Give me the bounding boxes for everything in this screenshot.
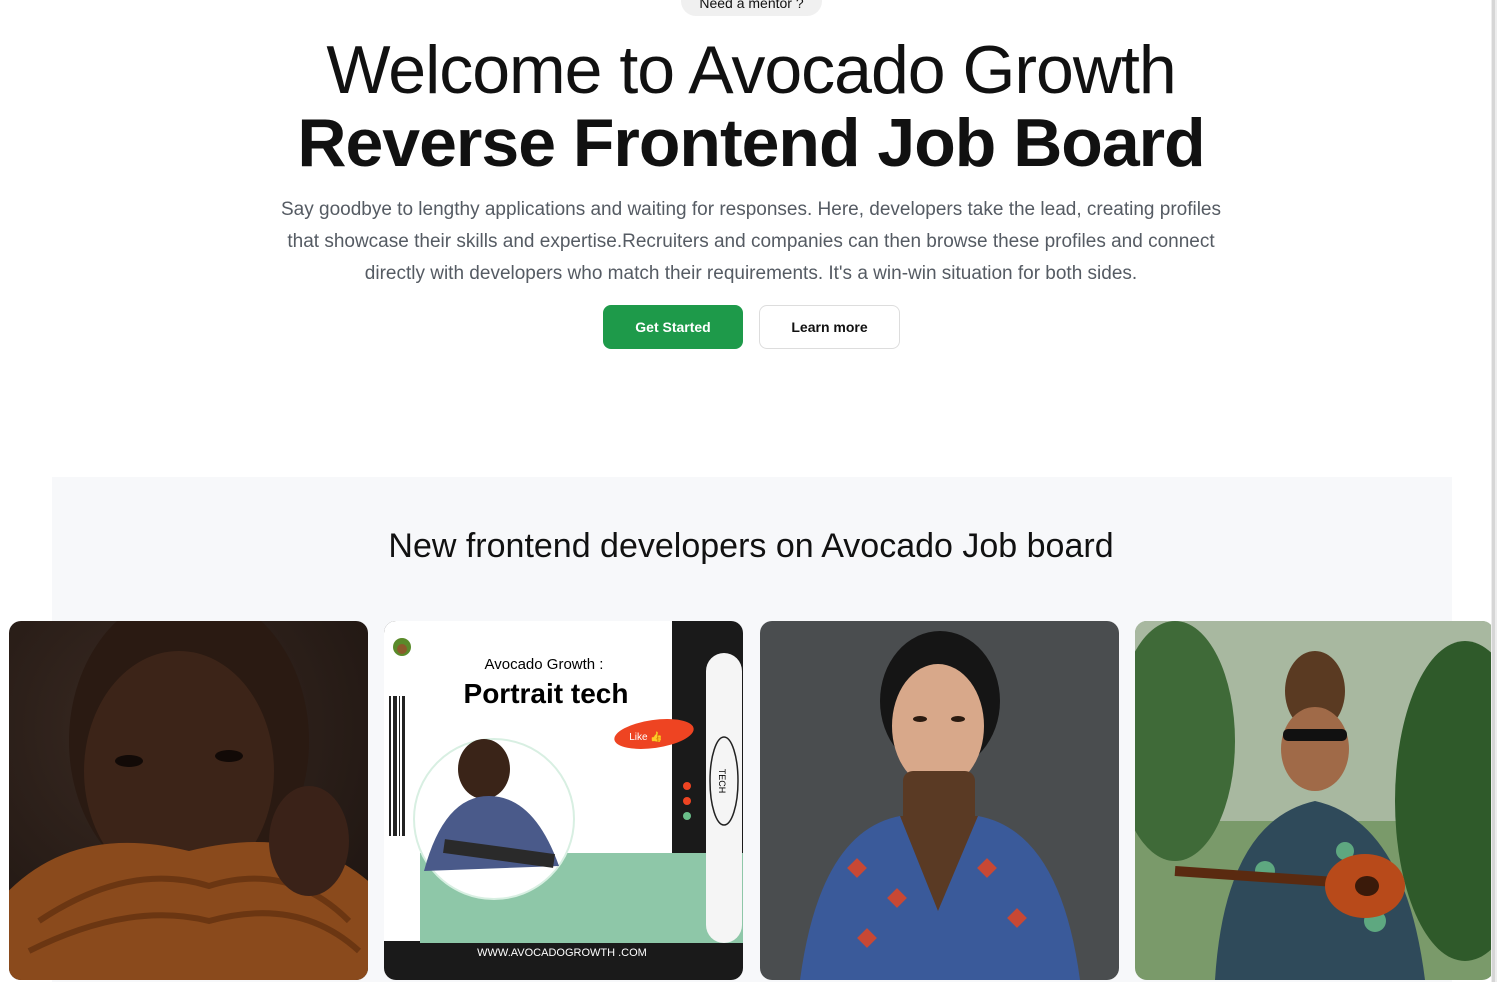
hero-subtitle: Reverse Frontend Job Board	[297, 105, 1205, 181]
learn-more-button[interactable]: Learn more	[759, 305, 900, 349]
hero-title: Welcome to Avocado Growth	[326, 32, 1176, 108]
poster-tag: TECH	[717, 769, 727, 794]
mentor-badge[interactable]: Need a mentor ?	[681, 0, 822, 16]
section-title: New frontend developers on Avocado Job b…	[388, 527, 1114, 565]
poster-like: Like 👍	[629, 730, 663, 743]
developer-photo-4	[1135, 621, 1494, 980]
scrollbar[interactable]	[1491, 0, 1497, 982]
poster-heading: Avocado Growth :	[485, 656, 604, 673]
poster-url: WWW.AVOCADOGROWTH .COM	[477, 947, 647, 959]
hero-description: Say goodbye to lengthy applications and …	[280, 199, 1222, 284]
poster-title: Portrait tech	[464, 678, 629, 709]
developer-photo-3	[760, 621, 1119, 980]
developer-card-4[interactable]	[1135, 621, 1494, 980]
developer-card-1[interactable]	[9, 621, 368, 980]
developer-card-3[interactable]	[760, 621, 1119, 980]
get-started-button[interactable]: Get Started	[603, 305, 743, 349]
developer-card-2[interactable]: TECH Avocado Growth : Portrait tech Like…	[384, 621, 743, 980]
developer-photo-1	[9, 621, 368, 980]
developer-photo-2: TECH Avocado Growth : Portrait tech Like…	[384, 621, 743, 980]
